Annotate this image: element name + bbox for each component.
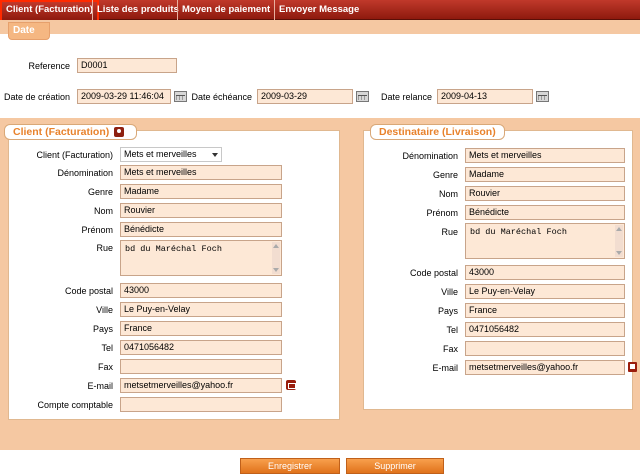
date-creation-label: Date de création xyxy=(3,92,70,102)
dest-fax-field[interactable] xyxy=(465,341,625,356)
client-pays-label: Pays xyxy=(92,324,113,334)
client-select[interactable]: Mets et merveilles xyxy=(120,147,222,162)
date-echeance-field[interactable]: 2009-03-29 xyxy=(257,89,353,104)
date-section-title: Date xyxy=(8,22,50,40)
client-denomination-label: Dénomination xyxy=(57,168,113,178)
contact-card-icon[interactable] xyxy=(114,127,124,137)
date-echeance-label: Date échéance xyxy=(191,92,252,102)
client-rue-field[interactable]: bd du Maréchal Foch xyxy=(120,240,282,276)
chevron-down-icon xyxy=(212,153,218,157)
client-rue-label: Rue xyxy=(96,243,113,253)
calendar-icon[interactable] xyxy=(536,91,549,102)
dest-cp-label: Code postal xyxy=(409,268,458,278)
dest-rue-field[interactable]: bd du Maréchal Foch xyxy=(465,223,625,259)
dest-email-field[interactable]: metsetmerveilles@yahoo.fr xyxy=(465,360,625,375)
client-pays-field[interactable]: France xyxy=(120,321,282,336)
client-prenom-label: Prénom xyxy=(81,225,113,235)
client-ville-label: Ville xyxy=(96,305,113,315)
client-fax-label: Fax xyxy=(97,362,113,372)
dest-fax-label: Fax xyxy=(442,344,458,354)
reference-label: Reference xyxy=(28,61,70,71)
dest-pays-field[interactable]: France xyxy=(465,303,625,318)
dest-genre-label: Genre xyxy=(432,170,458,180)
calendar-icon[interactable] xyxy=(356,91,369,102)
dest-nom-field[interactable]: Rouvier xyxy=(465,186,625,201)
client-panel-title-text: Client (Facturation) xyxy=(13,126,110,138)
date-relance-field[interactable]: 2009-04-13 xyxy=(437,89,533,104)
client-email-label: E-mail xyxy=(87,381,113,391)
client-email-field[interactable]: metsetmerveilles@yahoo.fr xyxy=(120,378,282,393)
scrollbar[interactable] xyxy=(615,225,623,257)
client-select-value: Mets et merveilles xyxy=(124,149,197,159)
destinataire-panel-title: Destinataire (Livraison) xyxy=(370,124,505,140)
dest-prenom-field[interactable]: Bénédicte xyxy=(465,205,625,220)
dest-tel-label: Tel xyxy=(446,325,458,335)
dest-tel-field[interactable]: 0471056482 xyxy=(465,322,625,337)
client-genre-label: Genre xyxy=(87,187,113,197)
client-cp-field[interactable]: 43000 xyxy=(120,283,282,298)
date-creation-field[interactable]: 2009-03-29 11:46:04 xyxy=(77,89,171,104)
dest-ville-field[interactable]: Le Puy-en-Velay xyxy=(465,284,625,299)
dest-denomination-field[interactable]: Mets et merveilles xyxy=(465,148,625,163)
dest-ville-label: Ville xyxy=(441,287,458,297)
client-compte-field[interactable] xyxy=(120,397,282,412)
client-nom-label: Nom xyxy=(93,206,113,216)
dest-genre-field[interactable]: Madame xyxy=(465,167,625,182)
client-nom-field[interactable]: Rouvier xyxy=(120,203,282,218)
dest-prenom-label: Prénom xyxy=(426,208,458,218)
dest-rue-value: bd du Maréchal Foch xyxy=(470,227,567,237)
save-button[interactable]: Enregistrer xyxy=(240,458,340,474)
client-fax-field[interactable] xyxy=(120,359,282,374)
document-icon[interactable] xyxy=(628,362,637,372)
client-genre-field[interactable]: Madame xyxy=(120,184,282,199)
tab-moyen-paiement[interactable]: Moyen de paiement xyxy=(177,0,274,20)
calendar-icon[interactable] xyxy=(174,91,187,102)
reference-field[interactable]: D0001 xyxy=(77,58,177,73)
tab-liste-produits[interactable]: Liste des produits xyxy=(92,0,183,20)
client-prenom-field[interactable]: Bénédicte xyxy=(120,222,282,237)
tab-envoyer-message[interactable]: Envoyer Message xyxy=(274,0,363,20)
client-compte-label: Compte comptable xyxy=(37,400,113,410)
dest-email-label: E-mail xyxy=(432,363,458,373)
client-tel-label: Tel xyxy=(101,343,113,353)
client-select-label: Client (Facturation) xyxy=(36,150,113,160)
client-ville-field[interactable]: Le Puy-en-Velay xyxy=(120,302,282,317)
client-denomination-field[interactable]: Mets et merveilles xyxy=(120,165,282,180)
dest-cp-field[interactable]: 43000 xyxy=(465,265,625,280)
date-band xyxy=(0,20,640,34)
dest-pays-label: Pays xyxy=(437,306,458,316)
client-rue-value: bd du Maréchal Foch xyxy=(125,244,222,254)
client-cp-label: Code postal xyxy=(64,286,113,296)
tab-client-facturation[interactable]: Client (Facturation) xyxy=(0,0,100,22)
client-tel-field[interactable]: 0471056482 xyxy=(120,340,282,355)
delete-button[interactable]: Supprimer xyxy=(346,458,444,474)
date-relance-label: Date relance xyxy=(380,92,432,102)
scrollbar[interactable] xyxy=(272,242,280,274)
top-nav-bar: Client (Facturation) Liste des produits … xyxy=(0,0,640,22)
mail-icon[interactable] xyxy=(286,380,296,390)
dest-rue-label: Rue xyxy=(441,227,458,237)
dest-nom-label: Nom xyxy=(438,189,458,199)
dest-denomination-label: Dénomination xyxy=(402,151,458,161)
